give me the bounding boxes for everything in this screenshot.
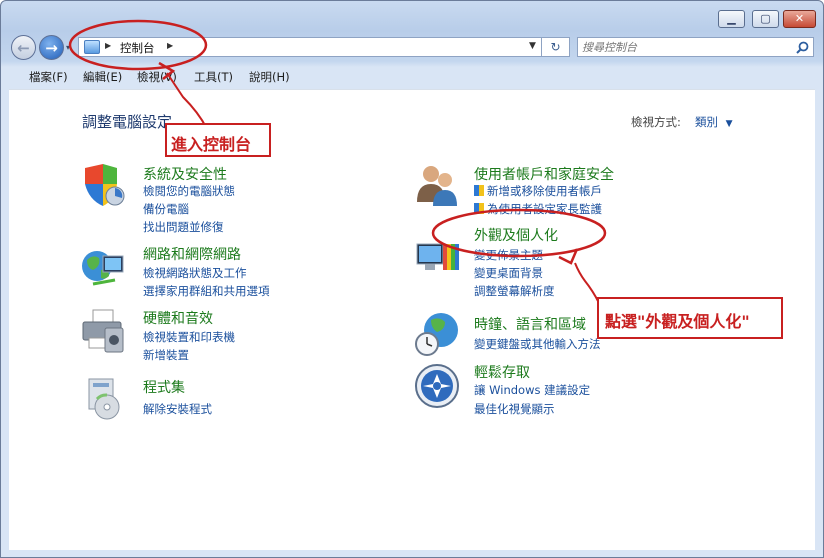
menu-edit[interactable]: 編輯(E) bbox=[83, 69, 122, 85]
category-appearance-personalization[interactable]: 外觀及個人化 bbox=[474, 225, 558, 245]
globe-clock-icon[interactable] bbox=[413, 310, 461, 358]
users-icon[interactable] bbox=[413, 162, 461, 210]
category-system-security[interactable]: 系統及安全性 bbox=[143, 164, 227, 184]
close-button[interactable]: ✕ bbox=[783, 10, 816, 28]
shield-icon[interactable] bbox=[79, 162, 127, 210]
link-screen-resolution[interactable]: 調整螢幕解析度 bbox=[474, 283, 555, 299]
link-backup[interactable]: 備份電腦 bbox=[143, 201, 189, 217]
forward-arrow-icon: → bbox=[45, 38, 58, 57]
link-change-theme[interactable]: 變更佈景主題 bbox=[474, 247, 543, 263]
network-globe-icon[interactable] bbox=[79, 244, 127, 292]
category-user-accounts[interactable]: 使用者帳戶和家庭安全 bbox=[474, 164, 614, 184]
menu-help[interactable]: 說明(H) bbox=[249, 69, 290, 85]
link-uninstall[interactable]: 解除安裝程式 bbox=[143, 401, 212, 417]
chevron-down-icon[interactable]: ▼ bbox=[726, 119, 733, 129]
link-change-background[interactable]: 變更桌面背景 bbox=[474, 265, 543, 281]
refresh-button[interactable]: ↻ bbox=[542, 37, 570, 57]
link-optimize-visual-display[interactable]: 最佳化視覺顯示 bbox=[474, 401, 555, 417]
search-box[interactable] bbox=[577, 37, 814, 57]
programs-icon[interactable] bbox=[81, 375, 129, 423]
link-troubleshoot[interactable]: 找出問題並修復 bbox=[143, 219, 224, 235]
category-hardware-sound[interactable]: 硬體和音效 bbox=[143, 308, 213, 328]
breadcrumb-control-panel[interactable]: 控制台 bbox=[120, 40, 155, 56]
window-frame: ▁ ▢ ✕ ← → ▾ ▶ 控制台 ▶ ▼ ↻ 檔案(F) 編輯(E) 檢視(V… bbox=[0, 0, 824, 558]
category-clock-language-region[interactable]: 時鐘、語言和區域 bbox=[474, 314, 586, 334]
view-by-value[interactable]: 類別 bbox=[695, 115, 718, 129]
link-network-status[interactable]: 檢視網路狀態及工作 bbox=[143, 265, 247, 281]
uac-shield-icon bbox=[474, 185, 484, 196]
annotation-click-appearance: 點選"外觀及個人化" bbox=[597, 297, 783, 339]
link-add-remove-users[interactable]: 新增或移除使用者帳戶 bbox=[474, 183, 602, 199]
link-windows-suggest-settings[interactable]: 讓 Windows 建議設定 bbox=[474, 382, 590, 398]
category-programs[interactable]: 程式集 bbox=[143, 377, 185, 397]
link-devices-printers[interactable]: 檢視裝置和印表機 bbox=[143, 329, 235, 345]
refresh-icon: ↻ bbox=[550, 40, 561, 54]
recent-pages-dropdown[interactable]: ▾ bbox=[66, 43, 70, 52]
category-network[interactable]: 網路和網際網路 bbox=[143, 244, 241, 264]
link-add-device[interactable]: 新增裝置 bbox=[143, 347, 189, 363]
address-bar[interactable]: ▶ 控制台 ▶ ▼ bbox=[78, 37, 542, 57]
link-review-status[interactable]: 檢閱您的電腦狀態 bbox=[143, 183, 235, 199]
uac-shield-icon bbox=[474, 203, 484, 214]
breadcrumb-separator: ▶ bbox=[105, 41, 112, 50]
link-homegroup[interactable]: 選擇家用群組和共用選項 bbox=[143, 283, 270, 299]
link-parental-controls[interactable]: 為使用者設定家長監護 bbox=[474, 201, 602, 217]
printer-icon[interactable] bbox=[79, 308, 127, 356]
menu-tools[interactable]: 工具(T) bbox=[194, 69, 233, 85]
forward-button[interactable]: → bbox=[39, 35, 64, 60]
annotation-enter-control-panel: 進入控制台 bbox=[165, 123, 271, 157]
back-button[interactable]: ← bbox=[11, 35, 36, 60]
link-label: 新增或移除使用者帳戶 bbox=[487, 184, 602, 198]
ease-of-access-icon[interactable] bbox=[413, 362, 461, 410]
menu-view[interactable]: 檢視(V) bbox=[137, 69, 177, 85]
menu-file[interactable]: 檔案(F) bbox=[29, 69, 68, 85]
menu-bar: 檔案(F) 編輯(E) 檢視(V) 工具(T) 說明(H) bbox=[9, 65, 815, 87]
address-dropdown-icon[interactable]: ▼ bbox=[529, 41, 536, 51]
page-title: 調整電腦設定 bbox=[82, 113, 173, 131]
minimize-button[interactable]: ▁ bbox=[718, 10, 745, 28]
link-label: 為使用者設定家長監護 bbox=[487, 202, 602, 216]
search-input[interactable] bbox=[582, 39, 792, 55]
control-panel-icon bbox=[84, 40, 100, 54]
monitor-colors-icon[interactable] bbox=[413, 236, 461, 284]
breadcrumb-separator[interactable]: ▶ bbox=[167, 41, 173, 50]
link-keyboard-input[interactable]: 變更鍵盤或其他輸入方法 bbox=[474, 336, 601, 352]
view-by-dropdown[interactable]: 類別 ▼ bbox=[695, 114, 733, 130]
view-by-label: 檢視方式: bbox=[631, 115, 681, 129]
search-icon[interactable] bbox=[796, 41, 809, 54]
maximize-button[interactable]: ▢ bbox=[752, 10, 779, 28]
back-arrow-icon: ← bbox=[17, 38, 30, 57]
category-ease-of-access[interactable]: 輕鬆存取 bbox=[474, 362, 530, 382]
